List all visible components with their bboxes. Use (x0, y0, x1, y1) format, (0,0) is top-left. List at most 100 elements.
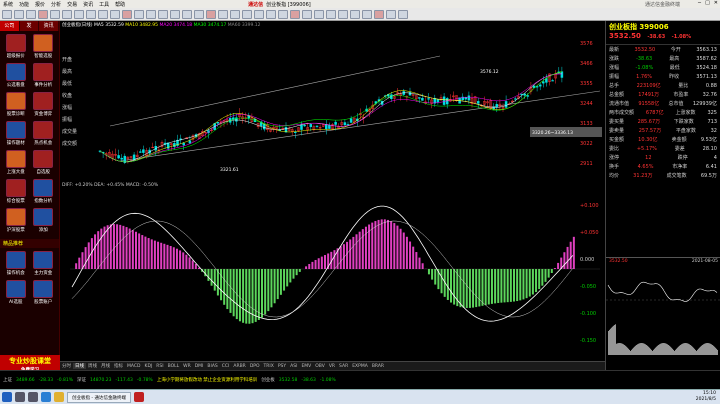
indicator-tab[interactable]: 日线 (73, 363, 86, 369)
toolbar-button-icon[interactable] (218, 9, 228, 19)
minimize-icon[interactable]: ─ (698, 0, 701, 6)
start-icon[interactable] (2, 392, 12, 402)
toolbar-button-icon[interactable] (302, 9, 312, 19)
toolbar-button-icon[interactable] (134, 9, 144, 19)
tab-company[interactable]: 公司 (0, 21, 20, 31)
leftnav-item[interactable]: 综合股票 (3, 179, 29, 207)
tab-publish[interactable]: 发 (19, 21, 40, 31)
toolbar-button-icon[interactable] (50, 9, 60, 19)
toolbar-button-icon[interactable] (230, 9, 240, 19)
toolbar-button-icon[interactable] (26, 9, 36, 19)
menu-item-tools[interactable]: 工具 (96, 1, 112, 8)
indicator-tab[interactable]: BOLL (166, 364, 182, 369)
toolbar-button-icon[interactable] (314, 9, 324, 19)
indicator-tab[interactable]: DMI (193, 364, 206, 369)
toolbar-button-icon[interactable] (158, 9, 168, 19)
indicator-tab[interactable]: BRAR (370, 364, 386, 369)
menu-item-help[interactable]: 帮助 (112, 1, 128, 8)
indicator-tab[interactable]: OBV (313, 364, 327, 369)
indicator-tab[interactable]: 指标 (112, 363, 125, 369)
toolbar-button-icon[interactable] (254, 9, 264, 19)
toolbar-button-icon[interactable] (38, 9, 48, 19)
menu-item-trade[interactable]: 交易 (64, 1, 80, 8)
toolbar-button-icon[interactable] (182, 9, 192, 19)
leftnav-item[interactable]: 指数分析 (31, 179, 57, 207)
menu-item-analysis[interactable]: 分析 (48, 1, 64, 8)
toolbar-button-icon[interactable] (86, 9, 96, 19)
toolbar-button-icon[interactable] (362, 9, 372, 19)
indicator-tab[interactable]: VR (327, 364, 337, 369)
mini-intraday-chart[interactable]: 3532.50 2021-08-05 (606, 257, 720, 370)
toolbar-button-icon[interactable] (386, 9, 396, 19)
taskbar-clock[interactable]: 15:10 2021/8/5 (696, 391, 720, 403)
indicator-tab[interactable]: ASI (288, 364, 299, 369)
indicator-tab[interactable]: CCI (220, 364, 232, 369)
toolbar-button-icon[interactable] (326, 9, 336, 19)
leftnav-item[interactable]: 公选看盘 (3, 63, 29, 91)
taskview-icon[interactable] (28, 392, 38, 402)
indicator-tab[interactable]: EXPMA (350, 364, 370, 369)
toolbar-button-icon[interactable] (170, 9, 180, 19)
search-icon[interactable] (15, 392, 25, 402)
leftnav-item[interactable]: 上涨大盘 (3, 150, 29, 178)
explorer-icon[interactable] (54, 392, 64, 402)
leftnav-item[interactable]: 资金博弈 (31, 92, 57, 120)
leftnav-item[interactable]: 自选股 (31, 150, 57, 178)
indicator-tab[interactable]: MACD (125, 364, 143, 369)
menu-item-news[interactable]: 资讯 (80, 1, 96, 8)
toolbar-button-icon[interactable] (338, 9, 348, 19)
toolbar-button-icon[interactable] (398, 9, 408, 19)
toolbar-button-icon[interactable] (74, 9, 84, 19)
toolbar-button-icon[interactable] (350, 9, 360, 19)
leftnav-item[interactable]: 添加 (31, 208, 57, 236)
toolbar-button-icon[interactable] (14, 9, 24, 19)
close-icon[interactable]: ✕ (714, 0, 718, 6)
toolbar-button-icon[interactable] (206, 9, 216, 19)
leftnav-item[interactable]: 股票诊断 (3, 92, 29, 120)
toolbar-button-icon[interactable] (194, 9, 204, 19)
indicator-tab[interactable]: EMV (299, 364, 313, 369)
toolbar-button-icon[interactable] (110, 9, 120, 19)
leftnav-item[interactable]: 沪深股票 (3, 208, 29, 236)
menu-item-function[interactable]: 功能 (16, 1, 32, 8)
indicator-tab[interactable]: 月线 (99, 363, 112, 369)
indicator-tab[interactable]: DPO (248, 364, 262, 369)
toolbar-button-icon[interactable] (2, 9, 12, 19)
toolbar-button-icon[interactable] (122, 9, 132, 19)
leftnav-item[interactable]: 智能选股 (31, 34, 57, 62)
toolbar-button-icon[interactable] (290, 9, 300, 19)
leftnav-item[interactable]: 热点机会 (31, 121, 57, 149)
toolbar-button-icon[interactable] (62, 9, 72, 19)
indicator-tab[interactable]: WR (181, 364, 193, 369)
taskbar-app-terminal[interactable]: 创业板指 - 通达信金融终端 (67, 391, 131, 403)
indicator-tab[interactable]: 分时 (60, 363, 73, 369)
toolbar-button-icon[interactable] (146, 9, 156, 19)
toolbar-button-icon[interactable] (278, 9, 288, 19)
news-ticker[interactable]: 上海小学期将放假改动 禁止企业资源利用学科培训 (157, 377, 257, 383)
indicator-tab[interactable]: 周线 (86, 363, 99, 369)
edge-icon[interactable] (41, 392, 51, 402)
leftnav-item[interactable]: 事件分析 (31, 63, 57, 91)
app-icon[interactable] (133, 392, 144, 402)
indicator-tab[interactable]: SAR (337, 364, 350, 369)
toolbar-button-icon[interactable] (242, 9, 252, 19)
menu-item-quote[interactable]: 报价 (32, 1, 48, 8)
indicator-tab[interactable]: PSY (276, 364, 288, 369)
indicator-tab[interactable]: ARBR (231, 364, 247, 369)
leftnav-recommend-item[interactable]: 股票账户 (31, 280, 57, 308)
leftnav-recommend-item[interactable]: 操作机会 (3, 251, 29, 279)
leftnav-item[interactable]: 超级报价 (3, 34, 29, 62)
indicator-tab[interactable]: RSI (154, 364, 165, 369)
indicator-tab[interactable]: TRIX (262, 364, 276, 369)
leftnav-item[interactable]: 操作题材 (3, 121, 29, 149)
chart-area[interactable]: 创业板指(日线) MA5 3532.59 MA10 3482.95 MA20 3… (60, 21, 605, 361)
macd-chart[interactable]: +0.100 +0.050 0.000 -0.050 -0.100 -0.150 (60, 189, 605, 361)
leftnav-recommend-item[interactable]: 主力资金 (31, 251, 57, 279)
indicator-tab[interactable]: BIAS (205, 364, 219, 369)
menu-item-system[interactable]: 系统 (0, 1, 16, 8)
kline-chart[interactable]: 开盘最高最低收盘涨幅振幅成交量成交额 3576 3466 3355 3244 3133 30… (60, 31, 605, 181)
indicator-tab[interactable]: KDJ (143, 364, 155, 369)
tab-news[interactable]: 资讯 (39, 21, 60, 31)
maximize-icon[interactable]: □ (705, 0, 710, 6)
toolbar-button-icon[interactable] (374, 9, 384, 19)
